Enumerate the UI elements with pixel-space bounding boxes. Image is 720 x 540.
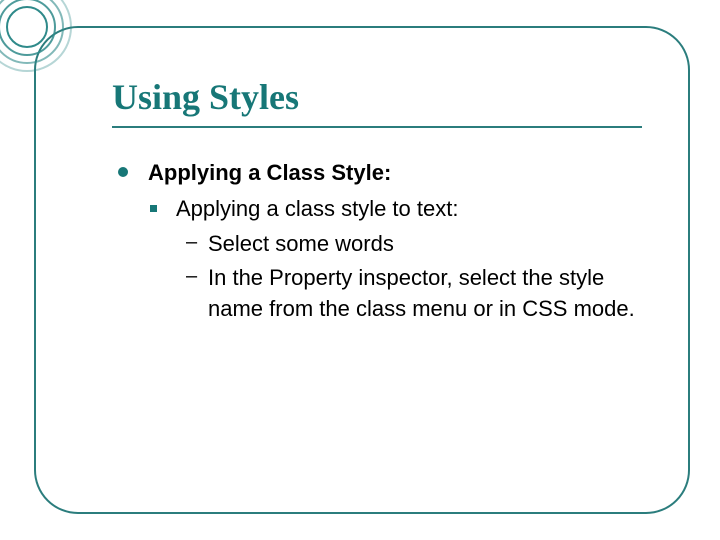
bullet-level-3: Select some words — [186, 228, 658, 259]
title-underline — [112, 126, 642, 128]
bullet-level-2: Applying a class style to text: — [148, 194, 658, 225]
slide: Using Styles Applying a Class Style: App… — [0, 0, 720, 540]
bullet-level-3: In the Property inspector, select the st… — [186, 262, 658, 324]
bullet-level-1: Applying a Class Style: — [118, 158, 658, 188]
slide-title: Using Styles — [112, 76, 299, 118]
slide-body: Applying a Class Style: Applying a class… — [118, 158, 658, 326]
corner-decoration — [0, 0, 72, 72]
ring-icon — [6, 6, 48, 48]
